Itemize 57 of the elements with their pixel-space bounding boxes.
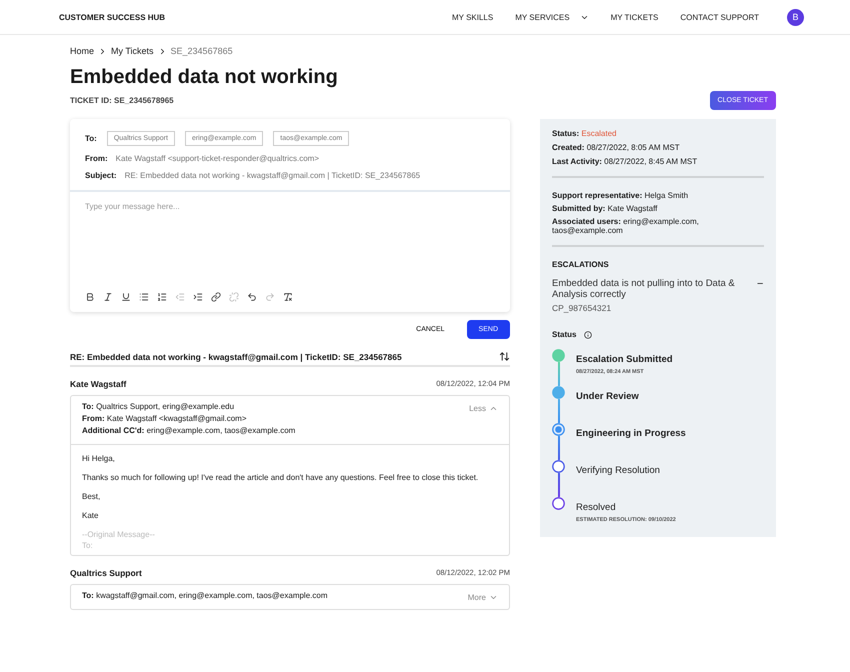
sort-icon[interactable] <box>499 351 510 362</box>
message-meta: To: Qualtrics Support, ering@example.edu <box>82 402 236 411</box>
detail-line: Created: 08/27/2022, 8:05 AM MST <box>552 143 681 152</box>
link-icon[interactable] <box>211 292 221 302</box>
bulleted-list-icon[interactable] <box>139 292 149 302</box>
nav-link[interactable]: CONTACT SUPPORT <box>680 12 759 22</box>
breadcrumb-link[interactable]: Home <box>70 46 94 56</box>
step-label: Engineering in Progress <box>576 428 686 439</box>
field-label: Subject: <box>85 171 117 180</box>
ticket-id: TICKET ID: SE_2345678965 <box>70 96 175 105</box>
numbered-list-icon[interactable] <box>157 292 167 302</box>
field-label: From: <box>85 154 108 163</box>
message-paragraph: Kate <box>82 511 100 521</box>
message-meta: From: Kate Wagstaff <kwagstaff@gmail.com> <box>82 414 248 423</box>
section-heading: ESCALATIONS <box>552 260 610 269</box>
step-label: Under Review <box>576 391 639 402</box>
step-label: Verifying Resolution <box>576 465 660 476</box>
expand-toggle[interactable]: Less <box>469 402 498 414</box>
detail-line: Support representative: Helga Smith <box>552 191 690 200</box>
field-label: To: <box>85 134 97 143</box>
bold-icon[interactable] <box>85 292 95 302</box>
expand-toggle[interactable]: More <box>468 591 498 603</box>
quoted-text: To: <box>82 541 94 551</box>
underline-icon[interactable] <box>121 292 131 302</box>
detail-line: Associated users: ering@example.com, taos@example.com <box>552 217 700 235</box>
message-meta: To: kwagstaff@gmail.com, ering@example.com, taos@example.com <box>82 591 328 600</box>
step-label: Escalation Submitted <box>576 354 673 365</box>
message-paragraph: Hi Helga, <box>82 454 116 464</box>
breadcrumb-link[interactable]: My Tickets <box>111 46 154 56</box>
breadcrumb-link[interactable]: SE_234567865 <box>170 46 233 56</box>
brand-name: CUSTOMER SUCCESS HUB <box>59 12 166 22</box>
undo-icon[interactable] <box>247 292 257 302</box>
subject-value: RE: Embedded data not working - kwagstaff@gmail.com | TicketID: SE_234567865 <box>124 171 420 180</box>
from-value: Kate Wagstaff <support-ticket-responder@qualtrics.com> <box>116 154 319 163</box>
info-icon[interactable] <box>584 330 592 338</box>
escalation-id: CP_987654321 <box>552 303 612 313</box>
escalation-title: Embedded data is not pulling into to Data & Analysis correctly <box>552 278 736 300</box>
detail-line: Last Activity: 08/27/2022, 8:45 AM MST <box>552 157 698 166</box>
thread-subject: RE: Embedded data not working - kwagstaff@gmail.com | TicketID: SE_234567865 <box>70 352 402 362</box>
indent-icon[interactable] <box>193 292 203 302</box>
message-paragraph: Thanks so much for following up! I've read the article and don't have any questions. Feel free to close this ticket. <box>82 473 480 483</box>
sender-name: Qualtrics Support <box>70 568 142 578</box>
status-line: Status: Escalated <box>552 129 618 138</box>
detail-line: Submitted by: Kate Wagstaff <box>552 204 658 213</box>
user-avatar[interactable]: B <box>787 8 804 26</box>
step-label: Resolved <box>576 502 616 513</box>
italic-icon[interactable] <box>103 292 113 302</box>
nav-link[interactable]: MY SKILLS <box>452 12 494 22</box>
page-title: Embedded data not working <box>70 66 338 89</box>
message-paragraph: Best, <box>82 492 102 502</box>
nav-link[interactable]: MY TICKETS <box>610 12 658 22</box>
clear-format-icon[interactable] <box>283 292 293 302</box>
sender-name: Kate Wagstaff <box>70 379 126 389</box>
message-meta: Additional CC'd: ering@example.com, taos@example.com <box>82 426 296 435</box>
status-heading: Status <box>552 330 576 339</box>
nav-link[interactable]: MY SERVICES <box>515 12 589 22</box>
quoted-text: --Original Message-- <box>82 530 156 540</box>
